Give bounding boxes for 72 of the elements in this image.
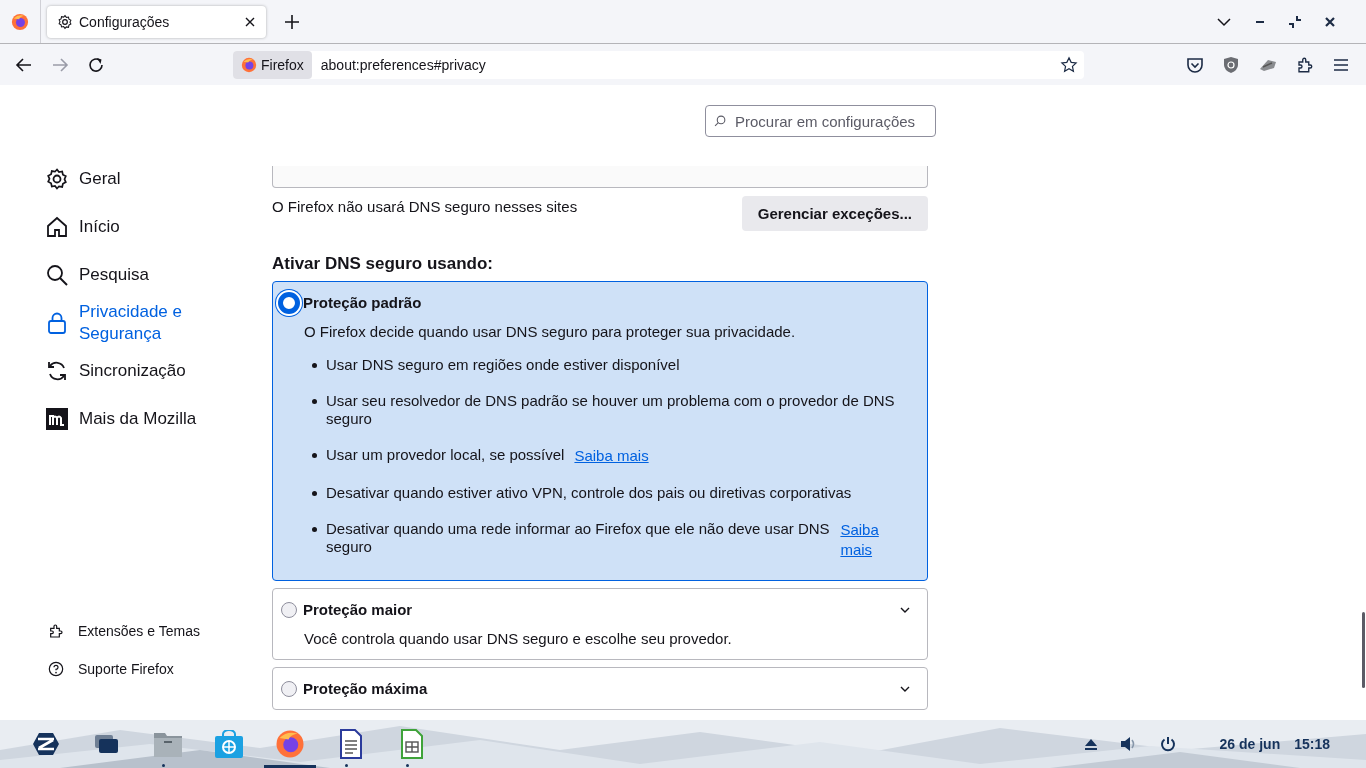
option-card[interactable] — [272, 281, 928, 581]
identity-button[interactable]: Firefox — [233, 50, 312, 79]
store-icon[interactable] — [214, 730, 244, 758]
date-text[interactable]: 26 de jun — [1219, 736, 1281, 752]
manage-exceptions-button[interactable]: Gerenciar exceções... — [741, 196, 928, 231]
sidebar-item[interactable]: Pesquisa — [45, 252, 245, 298]
bullet-icon — [312, 453, 317, 458]
option-description: Você controla quando usar DNS seguro e escolhe seu provedor. — [304, 630, 733, 647]
bullet-text: Desativar quando estiver ativo VPN, controle dos pais ou diretivas corporativas — [326, 484, 852, 502]
help-icon — [48, 661, 64, 677]
document-icon[interactable] — [339, 729, 363, 759]
pocket-icon[interactable] — [1186, 55, 1204, 74]
scrollbar-thumb[interactable] — [1362, 612, 1365, 688]
option-description: O Firefox decide quando usar DNS seguro para proteger sua privacidade. — [304, 323, 797, 340]
radio-button[interactable] — [281, 680, 297, 697]
mozilla-icon — [45, 407, 69, 431]
shield-icon[interactable] — [1222, 55, 1240, 74]
sidebar-item[interactable]: Privacidade e Segurança — [45, 300, 245, 346]
bullet-text: Usar seu resolvedor de DNS padrão se houver um problema com o provedor de DNS seguro — [326, 392, 896, 428]
option-card[interactable]: Proteção máxima — [272, 667, 928, 710]
bullet-text: Desativar quando uma rede informar ao Firefox que ele não deve usar DNS seguro — [326, 520, 831, 556]
browser-tab[interactable]: Configurações — [47, 5, 266, 38]
back-icon[interactable] — [15, 55, 33, 74]
option-title: Proteção máxima — [303, 680, 428, 697]
windows-icon[interactable] — [94, 733, 120, 755]
section-heading: Ativar DNS seguro usando: — [272, 254, 495, 274]
learn-more-link[interactable]: Saiba mais — [574, 446, 649, 466]
sidebar-item[interactable]: Início — [45, 204, 245, 250]
option-card[interactable]: Proteção maior Você controla quando usar DNS seguro e escolhe seu provedor. — [272, 588, 928, 660]
bullet-icon — [312, 399, 317, 404]
new-tab-icon[interactable] — [284, 13, 300, 30]
radio-button[interactable] — [278, 291, 300, 314]
address-bar[interactable]: Firefox about:preferences#privacy — [233, 50, 1084, 79]
reload-icon[interactable] — [87, 55, 105, 74]
radio-button[interactable] — [281, 601, 297, 618]
puzzle-icon[interactable] — [1296, 55, 1314, 74]
sidebar-item[interactable]: Geral — [45, 156, 245, 202]
close-icon[interactable] — [244, 15, 256, 28]
url-text: about:preferences#privacy — [320, 56, 486, 73]
option-title: Proteção padrão — [303, 294, 422, 311]
search-icon — [45, 263, 69, 287]
bullet-text: Usar um provedor local, se possível — [326, 446, 565, 464]
firefox-icon — [241, 56, 257, 73]
restore-icon[interactable] — [1288, 14, 1302, 29]
folder-icon[interactable] — [153, 730, 183, 758]
puzzle-icon — [48, 623, 64, 639]
power-icon[interactable] — [1159, 736, 1176, 752]
close-icon[interactable] — [1324, 15, 1336, 28]
zorin-logo-icon[interactable] — [32, 730, 60, 758]
sync-icon — [45, 359, 69, 383]
search-field[interactable]: Procurar em configurações — [705, 105, 936, 137]
star-icon[interactable] — [1060, 55, 1078, 74]
gear-icon — [57, 13, 73, 30]
sidebar-link[interactable]: Extensões e Temas — [48, 623, 272, 639]
bullet-text: Usar DNS seguro em regiões onde estiver disponível — [326, 356, 680, 374]
bullet-icon — [312, 491, 317, 496]
gear-icon — [45, 167, 69, 191]
bullet-icon — [312, 363, 317, 368]
option-title: Proteção maior — [303, 601, 413, 618]
sidebar-item[interactable]: Mais da Mozilla — [45, 396, 245, 442]
sidebar-item[interactable]: Sincronização — [45, 348, 245, 394]
firefox-icon[interactable] — [275, 729, 305, 759]
bullet-icon — [312, 527, 317, 532]
eject-icon[interactable] — [1083, 737, 1098, 751]
home-icon — [45, 215, 69, 239]
learn-more-link[interactable]: Saiba mais — [840, 520, 908, 560]
exceptions-text: O Firefox não usará DNS seguro nesses sites — [272, 198, 578, 215]
sidebar-link[interactable]: Suporte Firefox — [48, 661, 272, 677]
search-icon — [714, 114, 727, 128]
spreadsheet-icon[interactable] — [400, 729, 424, 759]
time-text[interactable]: 15:18 — [1294, 736, 1330, 752]
lock-icon — [45, 311, 69, 335]
